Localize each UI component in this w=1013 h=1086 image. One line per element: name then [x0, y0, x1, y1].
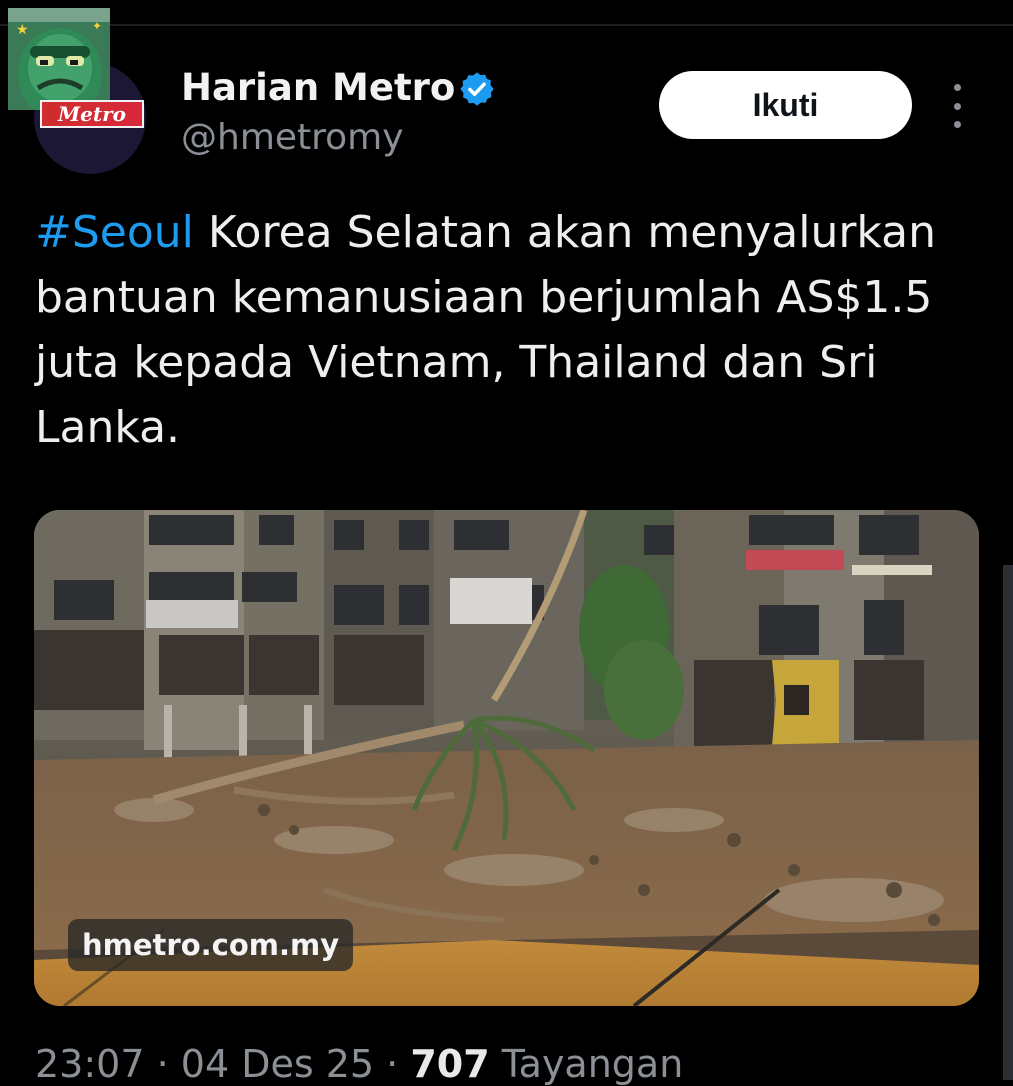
tweet-time[interactable]: 23:07 [35, 1042, 145, 1086]
views-count[interactable]: 707 [410, 1042, 489, 1086]
hashtag-link[interactable]: #Seoul [35, 207, 194, 258]
media-watermark: hmetro.com.my [68, 919, 354, 971]
meta-separator: · [144, 1042, 181, 1086]
tweet-text: #Seoul Korea Selatan akan menyalurkan ba… [35, 200, 985, 460]
more-options-icon[interactable] [945, 84, 969, 128]
author-display-name[interactable]: Harian Metro [181, 66, 455, 109]
verified-badge-icon [460, 72, 494, 106]
tweet-line-3: juta kepada Vietnam, Thailand dan Sri [35, 337, 878, 388]
scrollbar[interactable] [1003, 565, 1013, 1080]
meta-separator: · [374, 1042, 411, 1086]
svg-text:★: ★ [16, 22, 29, 38]
tweet-meta: 23:07 · 04 Des 25 · 707 Tayangan [35, 1042, 683, 1086]
avatar-logo: Metro [40, 100, 144, 128]
tweet-line-4: Lanka. [35, 402, 181, 453]
top-divider [0, 24, 1013, 26]
avatar-logo-text: Metro [58, 102, 126, 126]
follow-button[interactable]: Ikuti [659, 71, 912, 139]
views-label: Tayangan [489, 1042, 684, 1086]
tweet-line-1: #Seoul Korea Selatan akan menyalurkan [35, 200, 985, 265]
author-handle[interactable]: @hmetromy [181, 117, 404, 158]
tweet-line-2: bantuan kemanusiaan berjumlah AS$1.5 [35, 272, 933, 323]
avatar-sticker-image: ★ ✦ [8, 8, 110, 110]
tweet-date[interactable]: 04 Des 25 [181, 1042, 374, 1086]
svg-text:✦: ✦ [92, 19, 102, 33]
tweet-line-1-text: Korea Selatan akan menyalurkan [193, 207, 936, 258]
